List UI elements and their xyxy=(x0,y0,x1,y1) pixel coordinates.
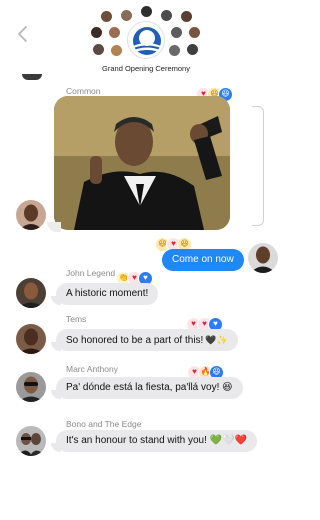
conversation-header: Grand Opening Ceremony xyxy=(0,0,292,78)
bubble-tail xyxy=(51,390,61,399)
member-avatar xyxy=(110,44,123,57)
sender-name: Tems xyxy=(66,314,87,324)
member-avatar xyxy=(186,43,199,56)
bubble-tail xyxy=(51,342,61,351)
avatar xyxy=(22,74,42,80)
member-avatar xyxy=(140,5,153,18)
message-text: So honored to be a part of this! xyxy=(66,335,204,346)
message-bubble[interactable]: Come on now xyxy=(162,249,244,271)
avatar[interactable] xyxy=(248,243,278,273)
chevron-left-icon[interactable] xyxy=(14,24,32,44)
bubble-tail xyxy=(47,222,61,232)
sender-name: John Legend xyxy=(66,268,116,278)
bubble-tail xyxy=(51,443,61,452)
avatar[interactable] xyxy=(16,426,46,456)
group-avatar-cluster[interactable] xyxy=(84,4,208,62)
member-avatar xyxy=(180,10,193,23)
avatar[interactable] xyxy=(16,372,46,402)
message-bubble[interactable]: It's an honour to stand with you! 💚🤍❤️ xyxy=(56,430,258,452)
photo-image xyxy=(54,96,230,230)
member-avatar xyxy=(160,9,173,22)
brand-logo-icon xyxy=(127,21,165,59)
member-avatar xyxy=(90,26,103,39)
member-avatar xyxy=(168,44,181,57)
message-bubble[interactable]: Pa' dónde está la fiesta, pa'llá voy! 😆 xyxy=(56,377,243,399)
member-avatar xyxy=(188,26,201,39)
member-avatar xyxy=(108,26,121,39)
member-avatar xyxy=(120,9,133,22)
sender-name: Bono and The Edge xyxy=(66,419,142,429)
member-avatar xyxy=(92,43,105,56)
scroll-indicator[interactable] xyxy=(252,106,264,226)
avatar[interactable] xyxy=(16,200,46,230)
message-bubble[interactable]: So honored to be a part of this! 🖤✨ xyxy=(56,329,238,351)
group-title: Grand Opening Ceremony xyxy=(102,64,190,73)
sender-name: Common xyxy=(66,86,101,96)
bubble-tail xyxy=(51,296,61,305)
photo-message[interactable] xyxy=(54,96,230,230)
avatar[interactable] xyxy=(16,324,46,354)
avatar[interactable] xyxy=(16,278,46,308)
sender-name: Marc Anthony xyxy=(66,364,118,374)
member-avatar xyxy=(170,26,183,39)
message-emoji: 🖤✨ xyxy=(205,335,228,345)
message-bubble[interactable]: A historic moment! xyxy=(56,283,159,305)
member-avatar xyxy=(100,10,113,23)
